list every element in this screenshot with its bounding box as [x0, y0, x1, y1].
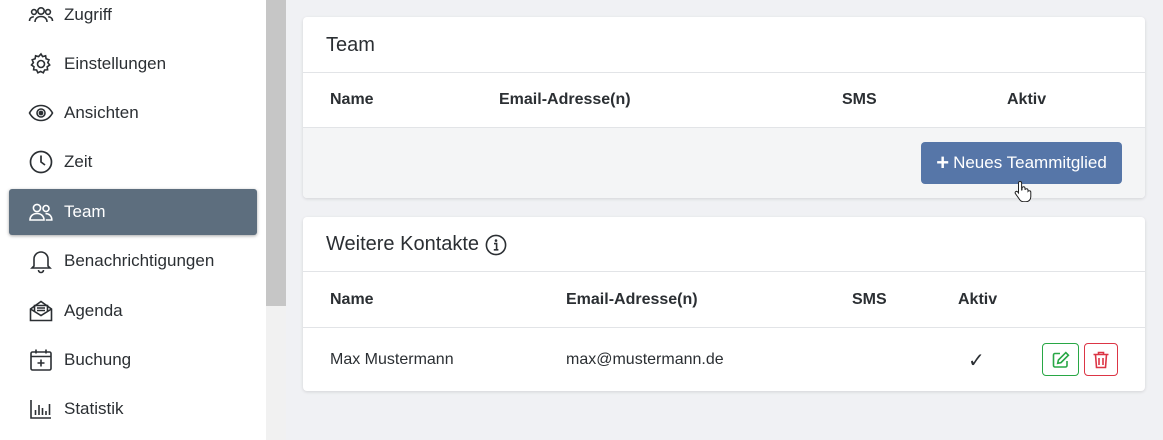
- divider: [303, 327, 1145, 328]
- sidebar-item-zeit[interactable]: Zeit: [9, 139, 257, 185]
- column-header-name: Name: [330, 91, 374, 108]
- sidebar-item-ansichten[interactable]: Ansichten: [9, 90, 257, 136]
- sidebar-item-einstellungen[interactable]: Einstellungen: [9, 41, 257, 87]
- hand-pointer-icon: [1014, 180, 1032, 202]
- column-header-name: Name: [330, 291, 374, 308]
- info-circle-icon[interactable]: [485, 234, 507, 256]
- trash-icon: [1093, 351, 1109, 368]
- add-team-member-button[interactable]: + Neues Teammitglied: [921, 142, 1122, 184]
- gear-icon: [27, 50, 55, 78]
- contacts-card-title: Weitere Kontakte: [326, 233, 507, 256]
- edit-icon: [1052, 350, 1070, 368]
- sidebar-scrollbar-thumb[interactable]: [266, 0, 286, 306]
- sidebar-item-label: Zugriff: [64, 5, 112, 24]
- team-card-footer: + Neues Teammitglied: [303, 128, 1145, 202]
- sidebar-item-label: Statistik: [64, 399, 124, 418]
- sidebar-item-zugriff[interactable]: Zugriff: [9, 0, 257, 38]
- sidebar-item-statistik[interactable]: Statistik: [9, 386, 257, 432]
- column-header-sms: SMS: [852, 291, 887, 308]
- sidebar-item-buchung[interactable]: Buchung: [9, 337, 257, 383]
- bell-icon: [27, 247, 55, 275]
- clock-icon: [27, 148, 55, 176]
- contact-email: max@mustermann.de: [566, 351, 724, 368]
- column-header-sms: SMS: [842, 91, 877, 108]
- contacts-card-title-text: Weitere Kontakte: [326, 233, 480, 255]
- team-icon: [27, 198, 55, 226]
- edit-button[interactable]: [1042, 343, 1079, 376]
- eye-icon: [27, 99, 55, 127]
- add-team-member-label: Neues Teammitglied: [953, 153, 1107, 172]
- users-icon: [27, 1, 55, 29]
- column-header-active: Aktiv: [958, 291, 998, 308]
- sidebar-item-team[interactable]: Team: [9, 189, 257, 235]
- envelope-open-icon: [27, 297, 55, 325]
- sidebar: Zugriff Einstellungen Ansichten Zeit Tea…: [0, 0, 266, 440]
- sidebar-item-label: Einstellungen: [64, 54, 167, 73]
- divider: [303, 271, 1145, 272]
- sidebar-item-label: Team: [64, 202, 106, 221]
- column-header-email: Email-Adresse(n): [499, 91, 631, 108]
- delete-button[interactable]: [1084, 343, 1118, 376]
- sidebar-item-label: Benachrichtigungen: [64, 251, 215, 270]
- sidebar-item-agenda[interactable]: Agenda: [9, 288, 257, 334]
- column-header-active: Aktiv: [1007, 91, 1047, 108]
- sidebar-item-label: Agenda: [64, 301, 123, 320]
- divider: [303, 72, 1145, 73]
- calendar-plus-icon: [27, 346, 55, 374]
- active-check-icon: ✓: [968, 350, 985, 372]
- sidebar-item-benachrichtigungen[interactable]: Benachrichtigungen: [9, 238, 257, 284]
- sidebar-item-label: Buchung: [64, 350, 132, 369]
- sidebar-item-label: Zeit: [64, 152, 93, 171]
- contacts-card: Weitere Kontakte Name Email-Adresse(n) S…: [303, 217, 1145, 391]
- sidebar-item-label: Ansichten: [64, 103, 139, 122]
- bar-chart-icon: [27, 395, 55, 423]
- column-header-email: Email-Adresse(n): [566, 291, 698, 308]
- team-card: Team Name Email-Adresse(n) SMS Aktiv + N…: [303, 17, 1145, 202]
- contact-name: Max Mustermann: [330, 351, 454, 368]
- plus-icon: +: [936, 150, 950, 175]
- team-card-title: Team: [326, 34, 375, 56]
